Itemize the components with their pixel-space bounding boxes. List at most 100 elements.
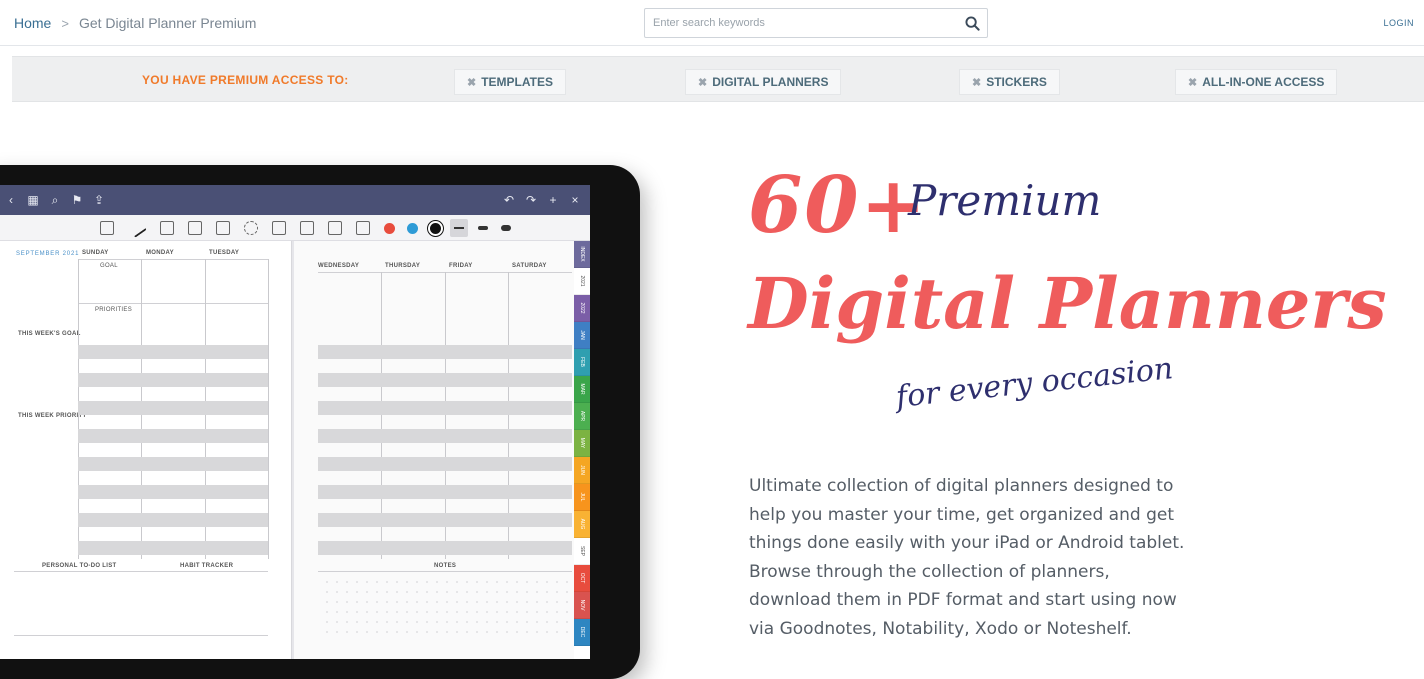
close-icon: ✖ — [1188, 76, 1198, 89]
search-box — [644, 8, 988, 38]
premium-access-bar: YOU HAVE PREMIUM ACCESS TO: ✖ TEMPLATES … — [12, 56, 1424, 102]
planner-tab-label: AUG — [579, 518, 585, 530]
planner-tab-label: OCT — [579, 572, 585, 584]
pen-icon — [127, 218, 147, 238]
hero-tagline: for every occasion — [894, 351, 1175, 415]
planner-tab-2022: 2022 — [574, 295, 590, 322]
redo-icon: ↷ — [525, 193, 537, 207]
planner-day: WEDNESDAY — [318, 263, 360, 269]
planner-tab-label: 2021 — [579, 275, 585, 287]
planner-tab-oct: OCT — [574, 565, 590, 592]
ink-red-swatch — [384, 223, 395, 234]
close-icon: × — [571, 193, 579, 207]
chip-label: TEMPLATES — [481, 75, 553, 89]
undo-icon: ↶ — [503, 193, 515, 207]
planner-tab-label: MAY — [579, 437, 585, 449]
highlighter-icon — [188, 221, 202, 235]
planner-tab-index: INDEX — [574, 241, 590, 268]
close-icon: ✖ — [467, 76, 477, 89]
planner-tab-label: JUN — [579, 465, 585, 475]
planner-habit-label: HABIT TRACKER — [180, 563, 234, 569]
planner-tab-label: JUL — [579, 492, 585, 502]
bookmark-icon: ⚑ — [71, 193, 83, 207]
planner-tab-feb: FEB — [574, 349, 590, 376]
planner-tab-label: FEB — [579, 357, 585, 367]
planner-week-priority-label: THIS WEEK PRIORITY — [18, 413, 87, 419]
planner-tab-mar: MAR — [574, 376, 590, 403]
chip-templates[interactable]: ✖ TEMPLATES — [454, 69, 566, 95]
planner-tab-label: INDEX — [579, 246, 585, 262]
hero-premium: Premium — [908, 176, 1102, 225]
planner-tab-label: NOV — [579, 599, 585, 611]
chip-digital-planners[interactable]: ✖ DIGITAL PLANNERS — [685, 69, 842, 95]
search-input[interactable] — [645, 9, 957, 37]
grid-icon: ▦ — [27, 193, 39, 207]
pointer-icon — [356, 221, 370, 235]
hero-title: Digital Planners — [748, 262, 1387, 345]
add-icon: + — [549, 193, 557, 207]
login-link[interactable]: LOGIN — [1383, 18, 1414, 28]
chip-all-in-one-access[interactable]: ✖ ALL-IN-ONE ACCESS — [1175, 69, 1338, 95]
reader-icon — [100, 221, 114, 235]
camera-icon — [300, 221, 314, 235]
stroke-thick — [501, 225, 511, 231]
stroke-medium — [478, 226, 488, 230]
planner-tab-label: APR — [579, 410, 585, 422]
planner-day: SUNDAY — [82, 250, 109, 256]
planner-tab-jul: JUL — [574, 484, 590, 511]
planner-tabs: INDEX 2021 2022 JAN FEB MAR APR MAY JUN JUL AUG SEP… — [574, 241, 590, 659]
shape-icon — [216, 221, 230, 235]
close-icon: ✖ — [972, 76, 982, 89]
pen-toolbar — [0, 215, 590, 241]
planner-tab-label: DEC — [579, 626, 585, 638]
planner-tab-jan: JAN — [574, 322, 590, 349]
planner-day: TUESDAY — [209, 250, 240, 256]
top-bar: Home > Get Digital Planner Premium LOGIN — [0, 0, 1424, 46]
planner-goal-label: GOAL — [100, 263, 118, 269]
planner-tab-dec: DEC — [574, 619, 590, 646]
planner-tab-label: SEP — [579, 545, 585, 557]
lasso-icon — [244, 221, 258, 235]
ink-blue-swatch — [407, 223, 418, 234]
planner-priorities-label: PRIORITIES — [95, 307, 133, 313]
breadcrumb-separator: > — [61, 15, 69, 31]
planner-tab-aug: AUG — [574, 511, 590, 538]
breadcrumb-home-link[interactable]: Home — [14, 15, 51, 31]
planner-notes-label: NOTES — [434, 563, 457, 569]
planner-tab-label: JAN — [579, 330, 585, 340]
planner-tab-2021: 2021 — [574, 268, 590, 295]
planner-week-goal-label: THIS WEEK'S GOAL — [18, 331, 81, 337]
planner-right-page: WEDNESDAY THURSDAY FRIDAY SATURDAY NOTES — [294, 241, 574, 659]
back-icon: ‹ — [9, 193, 13, 207]
chip-stickers[interactable]: ✖ STICKERS — [959, 69, 1060, 95]
search-icon: ⌕ — [51, 193, 59, 207]
chip-label: DIGITAL PLANNERS — [712, 75, 829, 89]
planner-tab-nov: NOV — [574, 592, 590, 619]
planner-month-label: SEPTEMBER 2021 — [16, 251, 80, 257]
search-icon[interactable] — [957, 9, 987, 37]
share-icon: ⇪ — [93, 193, 105, 207]
tablet-mockup: ‹ ▦ ⌕ ⚑ ⇪ ↶ ↷ + × SEPTEMBER 2021 SUNDAY … — [0, 165, 640, 679]
breadcrumb: Home > Get Digital Planner Premium — [14, 15, 256, 31]
planner-day: MONDAY — [146, 250, 174, 256]
hero-number: 60+ — [748, 160, 928, 251]
planner-left-page: SEPTEMBER 2021 SUNDAY MONDAY TUESDAY GOA… — [0, 241, 292, 659]
tablet-screen: ‹ ▦ ⌕ ⚑ ⇪ ↶ ↷ + × SEPTEMBER 2021 SUNDAY … — [0, 185, 590, 659]
ink-black-swatch — [430, 223, 441, 234]
planner-day: FRIDAY — [449, 263, 473, 269]
eraser-icon — [160, 221, 174, 235]
image-icon — [272, 221, 286, 235]
planner-day: THURSDAY — [385, 263, 421, 269]
breadcrumb-current: Get Digital Planner Premium — [78, 15, 257, 31]
stroke-thin — [454, 227, 464, 229]
planner-tab-sep: SEP — [574, 538, 590, 565]
planner-day: SATURDAY — [512, 263, 547, 269]
planner-tab-label: MAR — [579, 383, 585, 395]
chip-label: STICKERS — [986, 75, 1047, 89]
app-toolbar: ‹ ▦ ⌕ ⚑ ⇪ ↶ ↷ + × — [0, 185, 590, 215]
premium-access-title: YOU HAVE PREMIUM ACCESS TO: — [142, 73, 349, 87]
planner-tab-label: 2022 — [579, 302, 585, 314]
planner-tab-apr: APR — [574, 403, 590, 430]
chip-label: ALL-IN-ONE ACCESS — [1202, 75, 1325, 89]
hero-description: Ultimate collection of digital planners … — [749, 476, 1185, 639]
